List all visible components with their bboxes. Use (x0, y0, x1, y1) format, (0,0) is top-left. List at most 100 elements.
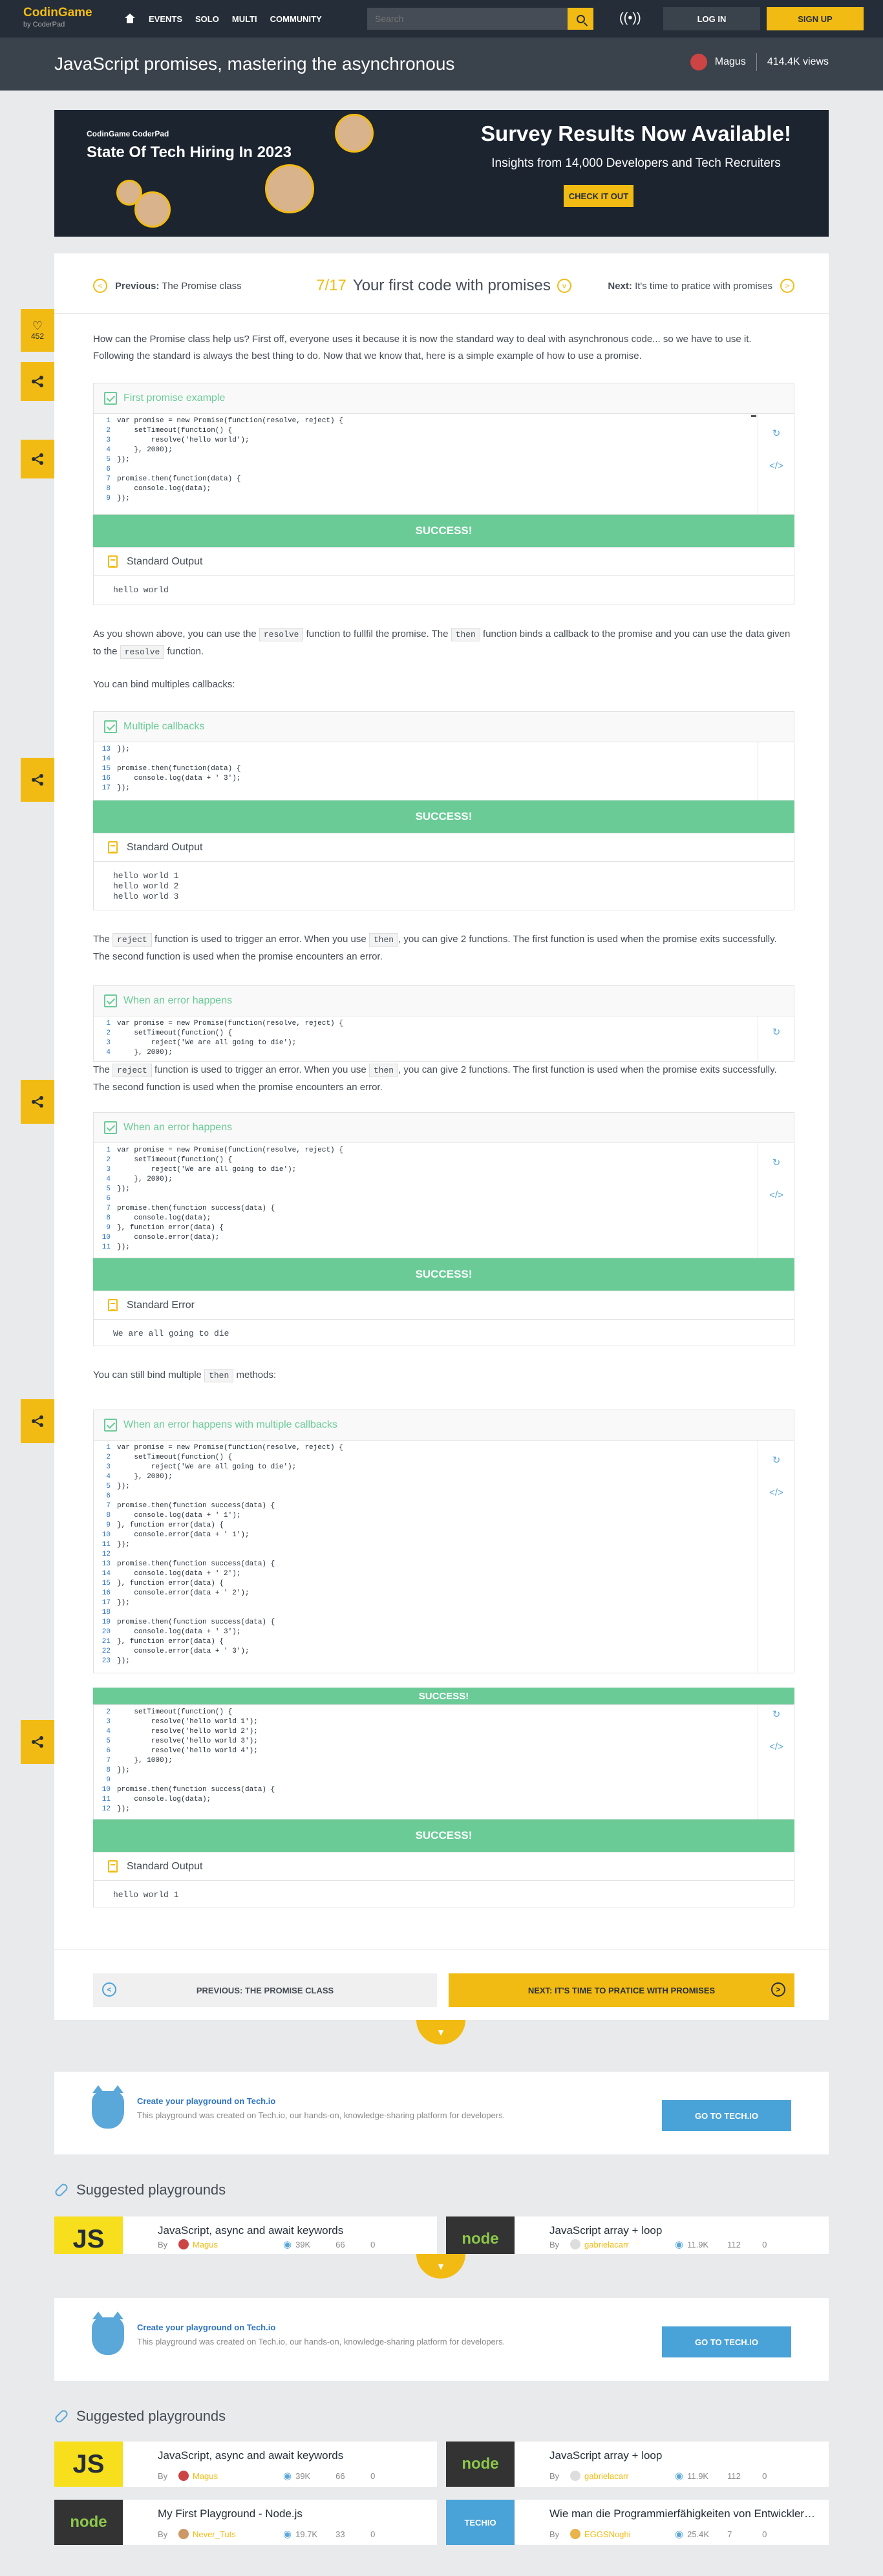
run-icon[interactable]: ↻ (770, 1156, 783, 1169)
codingame-logo[interactable]: CodinGame by CoderPad (23, 6, 101, 30)
share-button[interactable] (21, 1080, 54, 1124)
code-line[interactable]: 4 }, 2000); (94, 1472, 743, 1482)
author-avatar[interactable] (690, 54, 707, 70)
code-line[interactable]: 15}, function error(data) { (94, 1579, 743, 1589)
line-text[interactable]: console.error(data + ' 2'); (117, 1589, 249, 1598)
line-text[interactable]: }, function error(data) { (117, 1579, 224, 1589)
code-lines[interactable]: 1 var promise = new Promise(function(reso… (94, 1016, 743, 1061)
line-text[interactable]: reject('We are all going to die'); (117, 1463, 296, 1472)
line-text[interactable]: }); (117, 1657, 130, 1666)
code-line[interactable]: 9 (94, 1776, 743, 1785)
code-line[interactable]: 14 console.log(data + ' 2'); (94, 1569, 743, 1579)
line-text[interactable]: promise.then(function success(data) { (117, 1618, 275, 1627)
scroll-down-button[interactable]: ▼ (416, 2254, 465, 2279)
code-line[interactable]: 12 (94, 1550, 743, 1560)
code-line[interactable]: 22 console.error(data + ' 3'); (94, 1647, 743, 1657)
signup-button[interactable]: SIGN UP (767, 7, 864, 30)
prev-lesson-link[interactable]: < Previous: The Promise class (93, 279, 306, 293)
code-editor[interactable]: 1 var promise = new Promise(function(reso… (94, 1440, 794, 1673)
search-button[interactable] (568, 8, 593, 30)
line-text[interactable]: }, 1000); (117, 1756, 172, 1766)
code-line[interactable]: 3 reject('We are all going to die'); (94, 1165, 743, 1175)
code-editor[interactable]: 1 var promise = new Promise(function(reso… (94, 413, 794, 514)
line-text[interactable]: console.log(data); (117, 1214, 211, 1223)
line-text[interactable]: }); (117, 1598, 130, 1608)
code-line[interactable]: 21}, function error(data) { (94, 1637, 743, 1647)
code-line[interactable]: 8 console.log(data); (94, 484, 743, 494)
survey-banner[interactable]: CodinGame CoderPad State Of Tech Hiring … (54, 110, 829, 237)
line-text[interactable]: var promise = new Promise(function(resol… (117, 416, 343, 426)
code-line[interactable]: 11 console.log(data); (94, 1795, 743, 1805)
check-it-out-button[interactable]: CHECK IT OUT (564, 185, 633, 207)
code-line[interactable]: 2 setTimeout(function() { (94, 1453, 743, 1463)
line-text[interactable]: console.log(data + ' 3'); (117, 1627, 240, 1637)
go-to-techio-button[interactable]: GO TO TECH.IO (662, 2326, 791, 2357)
code-line[interactable]: 6 resolve('hello world 4'); (94, 1746, 743, 1756)
user-name[interactable]: Magus (193, 2471, 283, 2481)
user-name[interactable]: gabrielacarr (584, 2471, 675, 2481)
code-line[interactable]: 19 promise.then(function success(data) { (94, 1618, 743, 1627)
code-icon[interactable]: </> (769, 1740, 783, 1753)
code-line[interactable]: 17}); (94, 1598, 743, 1608)
run-icon[interactable]: ↻ (770, 1454, 783, 1466)
techio-title[interactable]: Create your playground on Tech.io (137, 2096, 275, 2106)
nav-community[interactable]: COMMUNITY (270, 14, 322, 24)
code-line[interactable]: 8 console.log(data + ' 1'); (94, 1511, 743, 1521)
code-line[interactable]: 5}); (94, 455, 743, 465)
line-text[interactable]: promise.then(function success(data) { (117, 1785, 275, 1795)
line-text[interactable]: console.log(data + ' 3'); (117, 774, 240, 784)
suggested-playground-card[interactable]: node My First Playground - Node.js By Nev… (54, 2500, 437, 2545)
next-lesson-button[interactable]: NEXT: IT'S TIME TO PRATICE WITH PROMISES… (449, 1973, 794, 2007)
line-text[interactable]: }); (117, 745, 130, 755)
code-line[interactable]: 5}); (94, 1185, 743, 1194)
run-icon[interactable]: ↻ (770, 427, 783, 440)
line-text[interactable]: }); (117, 494, 130, 504)
code-line[interactable]: 11}); (94, 1540, 743, 1550)
code-line[interactable]: 9}, function error(data) { (94, 1521, 743, 1530)
code-line[interactable]: 8}); (94, 1766, 743, 1776)
code-line[interactable]: 1 var promise = new Promise(function(reso… (94, 1146, 743, 1155)
code-line[interactable]: 16 console.error(data + ' 2'); (94, 1589, 743, 1598)
line-text[interactable]: promise.then(function(data) { (117, 764, 240, 774)
code-line[interactable]: 3 reject('We are all going to die'); (94, 1463, 743, 1472)
line-text[interactable]: }, function error(data) { (117, 1521, 224, 1530)
code-lines[interactable]: 2 setTimeout(function() {3 resolve('hell… (94, 1705, 743, 1819)
line-text[interactable]: }); (117, 1482, 130, 1492)
code-line[interactable]: 7 }, 1000); (94, 1756, 743, 1766)
code-line[interactable]: 23}); (94, 1657, 743, 1666)
code-line[interactable]: 10 promise.then(function success(data) { (94, 1785, 743, 1795)
line-text[interactable]: setTimeout(function() { (117, 1708, 232, 1717)
code-line[interactable]: 5 resolve('hello world 3'); (94, 1737, 743, 1746)
line-text[interactable]: setTimeout(function() { (117, 1155, 232, 1165)
line-text[interactable]: }); (117, 1540, 130, 1550)
current-lesson[interactable]: 7/17 Your first code with promises v (306, 277, 581, 295)
code-lines[interactable]: 1 var promise = new Promise(function(reso… (94, 414, 743, 514)
line-text[interactable]: }); (117, 1766, 130, 1776)
code-line[interactable]: 2 setTimeout(function() { (94, 1708, 743, 1717)
line-text[interactable]: }); (117, 1243, 130, 1252)
share-button[interactable] (21, 1399, 54, 1443)
line-text[interactable]: setTimeout(function() { (117, 1453, 232, 1463)
user-name[interactable]: EGGSNoghi (584, 2529, 675, 2539)
line-text[interactable]: promise.then(function success(data) { (117, 1501, 275, 1511)
code-line[interactable]: 14 (94, 755, 743, 764)
code-line[interactable]: 11}); (94, 1243, 743, 1252)
line-text[interactable]: promise.then(function success(data) { (117, 1204, 275, 1214)
line-text[interactable]: resolve('hello world 1'); (117, 1717, 258, 1727)
code-line[interactable]: 7 promise.then(function success(data) { (94, 1204, 743, 1214)
go-to-techio-button[interactable]: GO TO TECH.IO (662, 2100, 791, 2131)
code-line[interactable]: 6 (94, 465, 743, 475)
code-line[interactable]: 2 setTimeout(function() { (94, 1029, 743, 1038)
line-text[interactable]: console.log(data); (117, 1795, 211, 1805)
suggested-playground-card[interactable]: node JavaScript array + loop By gabrielac… (446, 2216, 829, 2254)
line-text[interactable]: setTimeout(function() { (117, 426, 232, 436)
author-name[interactable]: Magus (715, 56, 746, 68)
line-text[interactable]: console.error(data); (117, 1233, 219, 1243)
nav-multi[interactable]: MULTI (232, 14, 257, 24)
code-line[interactable]: 4 }, 2000); (94, 1048, 743, 1058)
line-text[interactable]: resolve('hello world 3'); (117, 1737, 258, 1746)
scrollbar[interactable] (751, 415, 756, 417)
user-name[interactable]: Magus (193, 2240, 283, 2249)
nav-solo[interactable]: SOLO (195, 14, 219, 24)
line-text[interactable]: promise.then(function success(data) { (117, 1560, 275, 1569)
